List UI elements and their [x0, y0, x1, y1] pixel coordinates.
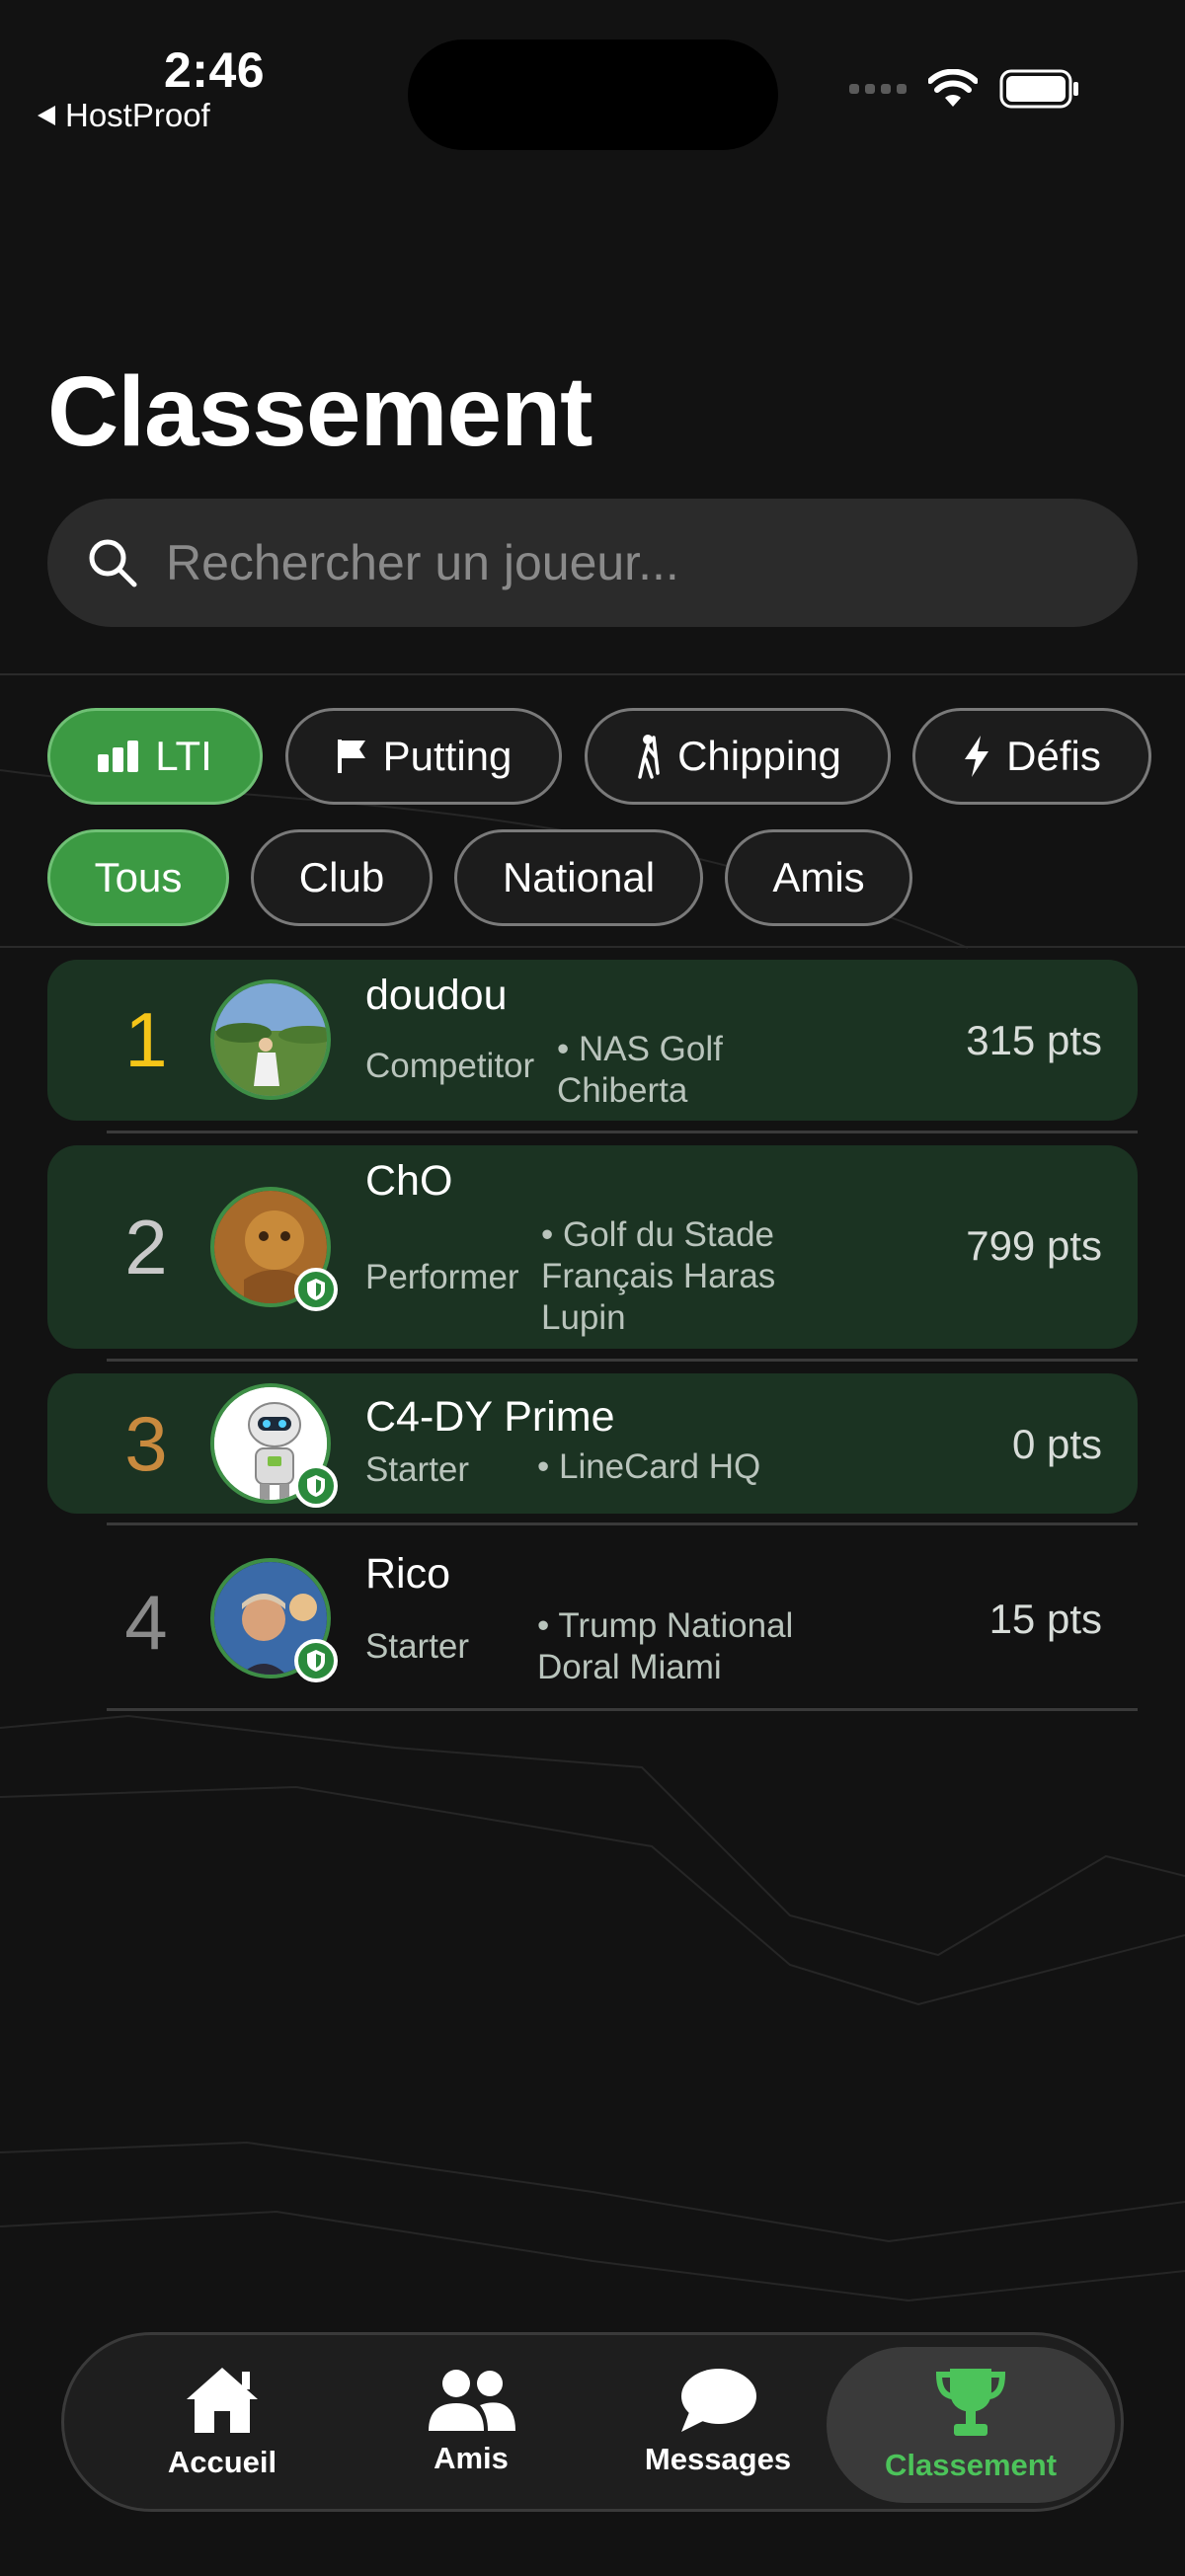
player-level: Competitor [365, 1047, 535, 1085]
tab-accueil-label: Accueil [167, 2445, 277, 2479]
filters-divider [0, 946, 1185, 948]
search-bar[interactable] [47, 499, 1138, 627]
search-icon [89, 539, 137, 587]
player-points: 15 pts [988, 1596, 1102, 1642]
player-club-line: • LineCard HQ [537, 1447, 761, 1486]
avatar[interactable] [210, 979, 331, 1100]
row-divider [107, 1359, 1138, 1362]
tab-lti[interactable]: LTI [47, 708, 263, 805]
player-name: Rico [365, 1550, 451, 1598]
filter-club-label: Club [298, 854, 385, 900]
tab-amis-label: Amis [434, 2441, 509, 2475]
rank-number: 4 [124, 1579, 168, 1666]
verified-shield-icon [294, 1639, 338, 1682]
filter-club[interactable]: Club [251, 829, 433, 926]
tab-accueil[interactable]: Accueil [123, 2335, 321, 2509]
tab-messages-label: Messages [644, 2442, 792, 2476]
search-input[interactable] [166, 534, 1055, 591]
golfer-icon [638, 735, 660, 779]
filter-national-label: National [502, 854, 656, 900]
player-points: 0 pts [1011, 1421, 1102, 1467]
row-divider [107, 1708, 1138, 1711]
player-club: • NAS Golf Chiberta [557, 1029, 723, 1112]
verified-shield-icon [294, 1464, 338, 1508]
player-name: doudou [365, 972, 508, 1019]
player-points: 315 pts [966, 1017, 1102, 1063]
player-club-line: Français Haras [541, 1257, 776, 1295]
tab-amis[interactable]: Amis [372, 2335, 570, 2509]
player-club: • LineCard HQ [537, 1446, 760, 1488]
player-club-line: Doral Miami [537, 1648, 722, 1686]
row-divider [107, 1522, 1138, 1525]
rank-number: 3 [124, 1400, 168, 1487]
player-level: Starter [365, 1450, 470, 1489]
page-title: Classement [47, 356, 592, 467]
player-points: 799 pts [966, 1222, 1102, 1269]
back-app-label: HostProof [65, 97, 210, 133]
cellular-signal-icon [849, 84, 907, 94]
status-indicators [849, 69, 1080, 109]
rank-number: 1 [124, 996, 168, 1083]
rank-number: 2 [124, 1204, 168, 1290]
people-icon [429, 2370, 515, 2431]
player-club: • Golf du Stade Français Haras Lupin [541, 1214, 775, 1339]
tab-defis-label: Défis [1006, 733, 1101, 779]
tab-lti-label: LTI [155, 733, 212, 779]
leaderboard-row[interactable]: 3 C4-DY Prime Starter • LineCard HQ 0 pt… [47, 1373, 1138, 1514]
back-to-app-link[interactable]: HostProof [38, 97, 210, 134]
status-time: 2:46 [164, 42, 266, 98]
filter-amis-label: Amis [772, 854, 865, 900]
tab-chipping[interactable]: Chipping [585, 708, 891, 805]
tab-classement-label: Classement [884, 2448, 1058, 2482]
player-name: C4-DY Prime [365, 1393, 615, 1441]
row-divider [107, 1131, 1138, 1133]
wifi-icon [928, 69, 978, 107]
tab-putting-label: Putting [382, 733, 513, 779]
chat-bubble-icon [681, 2369, 756, 2432]
player-club-line: Chiberta [557, 1071, 688, 1110]
tab-chipping-label: Chipping [677, 733, 841, 779]
filter-tous-label: Tous [94, 854, 183, 900]
flag-icon [337, 740, 365, 773]
back-arrow-icon [38, 106, 55, 125]
bolt-icon [965, 736, 989, 777]
filter-tous[interactable]: Tous [47, 829, 229, 926]
tab-putting[interactable]: Putting [285, 708, 562, 805]
tab-messages[interactable]: Messages [619, 2335, 817, 2509]
player-club-line: Lupin [541, 1298, 626, 1337]
filter-amis[interactable]: Amis [725, 829, 912, 926]
home-icon [187, 2368, 258, 2433]
tab-defis[interactable]: Défis [912, 708, 1151, 805]
player-club-line: • Golf du Stade [541, 1215, 775, 1254]
header-divider [0, 673, 1185, 675]
verified-shield-icon [294, 1268, 338, 1311]
player-level: Performer [365, 1258, 519, 1296]
tab-classement[interactable]: Classement [827, 2347, 1115, 2503]
bottom-tab-bar: Accueil Amis Messages Classement [61, 2332, 1124, 2512]
leaderboard-row[interactable]: 2 ChO Performer • Golf du Stade Français… [47, 1145, 1138, 1349]
player-club: • Trump National Doral Miami [537, 1605, 793, 1688]
leaderboard-row[interactable]: 1 doudou Competitor • NAS Golf Chiberta … [47, 960, 1138, 1121]
battery-icon [999, 69, 1078, 109]
player-club-line: • Trump National [537, 1606, 794, 1645]
player-level: Starter [365, 1627, 470, 1666]
trophy-icon [936, 2369, 1005, 2436]
dynamic-island [408, 39, 778, 150]
player-club-line: • NAS Golf [557, 1030, 723, 1068]
filter-national[interactable]: National [454, 829, 703, 926]
bar-chart-icon [98, 741, 139, 772]
player-name: ChO [365, 1157, 453, 1205]
leaderboard-row[interactable]: 4 Rico Starter • Trump National Doral Mi… [47, 1536, 1138, 1702]
